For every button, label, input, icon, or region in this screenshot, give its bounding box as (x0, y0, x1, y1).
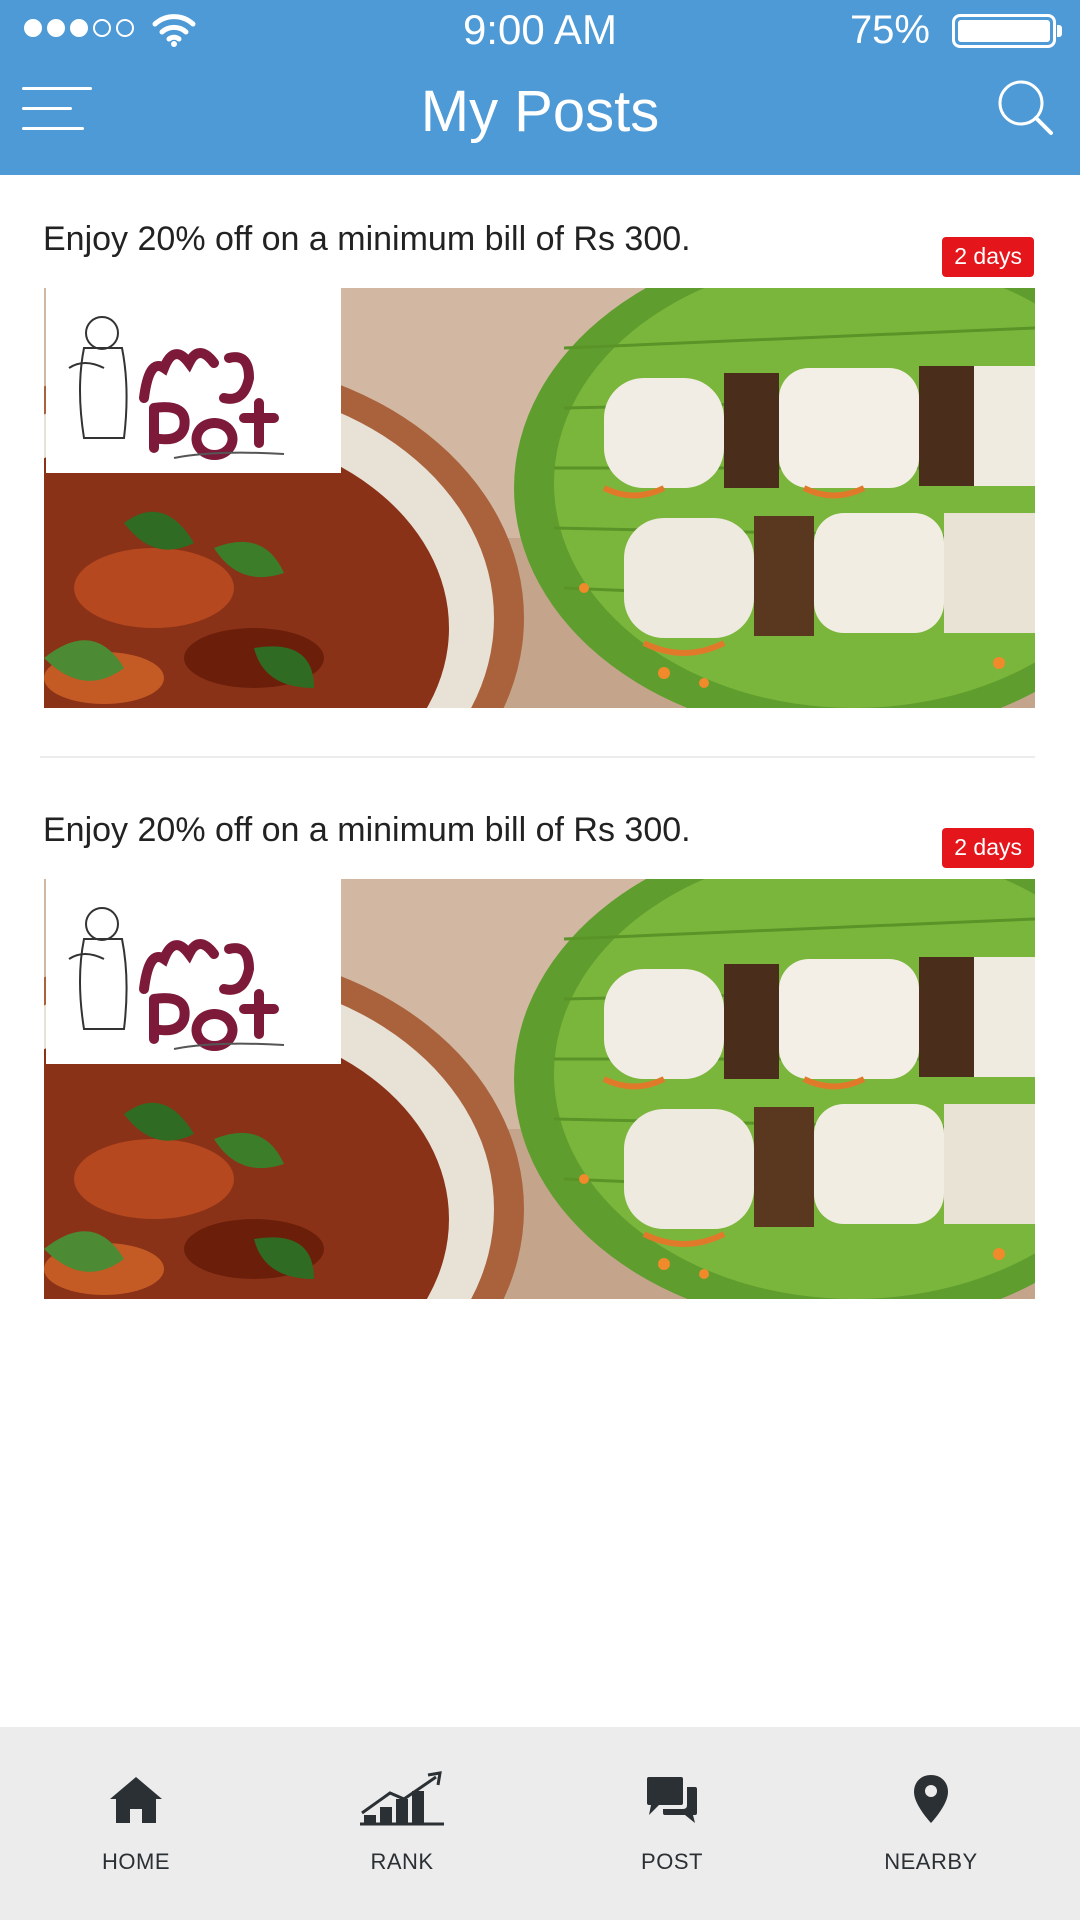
time-badge: 2 days (942, 237, 1034, 277)
status-bar: 9:00 AM 75% (0, 0, 1080, 60)
rank-chart-icon (360, 1771, 444, 1826)
tab-home[interactable]: HOME (36, 1727, 236, 1920)
post-text: Enjoy 20% off on a minimum bill of Rs 30… (43, 811, 691, 849)
battery-percentage: 75% (849, 8, 930, 52)
page-title: My Posts (420, 79, 660, 144)
map-pin-icon (914, 1775, 948, 1823)
tab-label: HOME (102, 1849, 170, 1874)
top-app-bar: 9:00 AM 75% My Posts (0, 0, 1080, 175)
tab-label: RANK (370, 1849, 434, 1874)
tab-label: POST (641, 1849, 703, 1874)
tab-rank[interactable]: RANK (302, 1727, 502, 1920)
post-image[interactable] (44, 879, 1035, 1299)
chat-bubbles-icon (647, 1777, 697, 1823)
home-icon (110, 1777, 162, 1823)
post-image[interactable] (44, 288, 1035, 708)
tab-post[interactable]: POST (572, 1727, 772, 1920)
search-icon[interactable] (996, 78, 1054, 136)
battery-icon (952, 14, 1062, 48)
post-text: Enjoy 20% off on a minimum bill of Rs 30… (43, 220, 691, 258)
post-divider (40, 756, 1035, 758)
tab-label: NEARBY (884, 1849, 978, 1874)
time-badge: 2 days (942, 828, 1034, 868)
tab-nearby[interactable]: NEARBY (831, 1727, 1031, 1920)
bottom-tab-bar: HOME RANK POST NEARBY (0, 1727, 1080, 1920)
